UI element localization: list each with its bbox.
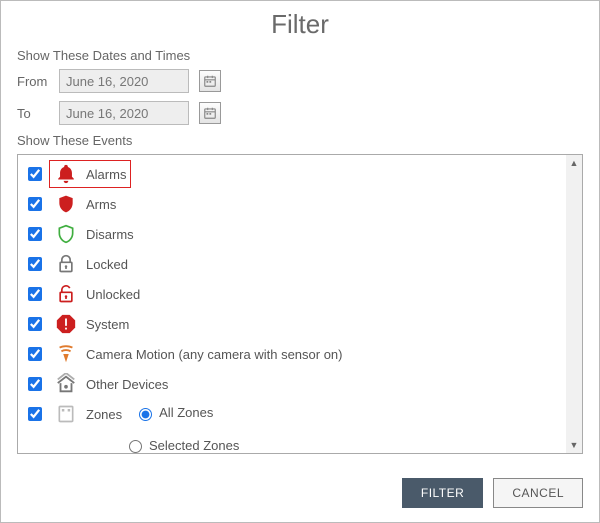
home-device-icon (52, 373, 80, 395)
event-checkbox-unlocked[interactable] (28, 287, 42, 301)
event-label-camera-motion: Camera Motion (any camera with sensor on… (86, 347, 343, 362)
event-row-camera-motion: Camera Motion (any camera with sensor on… (26, 339, 558, 369)
zones-icon (52, 403, 80, 425)
from-date-row: From (17, 69, 583, 93)
scroll-up-arrow-icon[interactable]: ▲ (566, 155, 582, 171)
event-row-arms: Arms (26, 189, 558, 219)
shield-outline-icon (52, 223, 80, 245)
from-date-input[interactable] (59, 69, 189, 93)
zone-radio-selected-zones[interactable] (129, 440, 142, 453)
event-row-disarms: Disarms (26, 219, 558, 249)
event-label-unlocked: Unlocked (86, 287, 140, 302)
from-date-picker-button[interactable] (199, 70, 221, 92)
zone-radio-all-zones[interactable] (139, 408, 152, 421)
scroll-down-arrow-icon[interactable]: ▼ (566, 437, 582, 453)
event-row-unlocked: Unlocked (26, 279, 558, 309)
lock-closed-icon (52, 253, 80, 275)
event-checkbox-locked[interactable] (28, 257, 42, 271)
event-label-locked: Locked (86, 257, 128, 272)
event-label-zones: Zones (86, 407, 122, 422)
to-date-row: To (17, 101, 583, 125)
event-checkbox-camera-motion[interactable] (28, 347, 42, 361)
cancel-button[interactable]: CANCEL (493, 478, 583, 508)
events-scrollbar[interactable]: ▲ ▼ (566, 155, 582, 453)
shield-filled-icon (52, 193, 80, 215)
event-label-disarms: Disarms (86, 227, 134, 242)
filter-dialog: Filter Show These Dates and Times From T… (0, 0, 600, 523)
zone-radio-all-zones-label[interactable]: All Zones (134, 405, 213, 421)
zone-radio-selected-zones-label[interactable]: Selected Zones (124, 437, 239, 453)
event-checkbox-disarms[interactable] (28, 227, 42, 241)
calendar-icon (203, 74, 217, 88)
dialog-title: Filter (17, 9, 583, 40)
event-checkbox-alarms[interactable] (28, 167, 42, 181)
event-row-locked: Locked (26, 249, 558, 279)
event-checkbox-system[interactable] (28, 317, 42, 331)
filter-button[interactable]: FILTER (402, 478, 483, 508)
from-label: From (17, 74, 59, 89)
event-row-alarms: Alarms (26, 159, 558, 189)
bell-icon (52, 163, 80, 185)
dates-section-label: Show These Dates and Times (17, 48, 583, 63)
calendar-icon (203, 106, 217, 120)
event-label-arms: Arms (86, 197, 116, 212)
lock-open-icon (52, 283, 80, 305)
event-row-system: System (26, 309, 558, 339)
to-date-picker-button[interactable] (199, 102, 221, 124)
to-date-input[interactable] (59, 101, 189, 125)
event-label-system: System (86, 317, 129, 332)
alert-octagon-icon (52, 313, 80, 335)
event-label-alarms: Alarms (86, 167, 126, 182)
event-label-other-devices: Other Devices (86, 377, 168, 392)
events-list: Alarms Arms Disarms (17, 154, 583, 454)
zone-radio-selected-zones-row: Selected Zones (124, 437, 558, 453)
event-row-other-devices: Other Devices (26, 369, 558, 399)
to-label: To (17, 106, 59, 121)
event-checkbox-zones[interactable] (28, 407, 42, 421)
event-checkbox-other-devices[interactable] (28, 377, 42, 391)
motion-sensor-icon (52, 343, 80, 365)
events-section-label: Show These Events (17, 133, 583, 148)
event-row-zones: Zones All Zones (26, 399, 558, 429)
event-checkbox-arms[interactable] (28, 197, 42, 211)
